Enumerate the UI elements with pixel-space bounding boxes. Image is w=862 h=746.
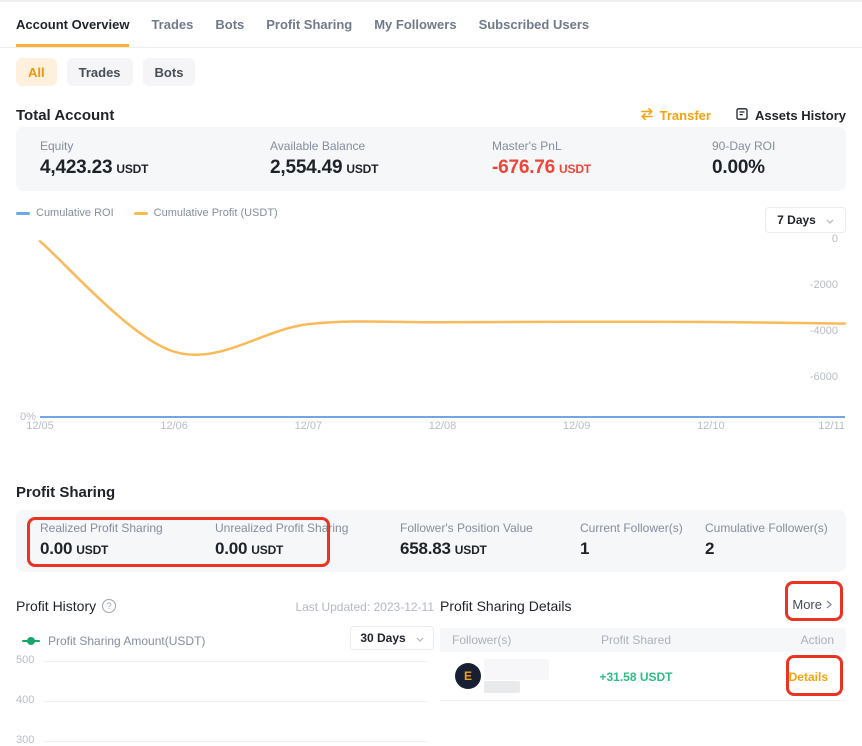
main-chart-legend: Cumulative ROI Cumulative Profit (USDT) [16,207,278,219]
profit-history-gridline [44,741,427,742]
col-followers: Follower(s) [452,633,511,647]
assets-history-icon [735,107,749,124]
right-axis-tick: -4000 [810,325,838,337]
col-profit-shared: Profit Shared [601,633,671,647]
tab-subscribed-users[interactable]: Subscribed Users [479,2,590,47]
total-account-header: Total Account Transfer Assets History [16,103,846,127]
stat-current-followers: Current Follower(s) 1 [580,521,683,559]
follower-name-redacted [484,659,549,680]
profit-history-gridline [44,661,427,662]
more-button[interactable]: More [792,597,832,612]
range-select-7days[interactable]: 7 Days [765,207,846,233]
x-axis-label: 12/09 [563,420,591,432]
x-axis-label: 12/06 [160,420,188,432]
profit-history-legend: Profit Sharing Amount(USDT) [22,634,205,648]
follower-avatar-letter: E [464,669,472,683]
stat-masters-pnl: Master's PnL -676.76USDT [492,139,591,179]
stat-cumulative-followers: Cumulative Follower(s) 2 [705,521,828,559]
last-updated: Last Updated: 2023-12-11 [295,600,434,614]
tab-bots[interactable]: Bots [215,2,244,47]
transfer-icon [640,107,654,124]
x-axis-label: 12/08 [429,420,457,432]
chevron-down-icon [826,213,834,227]
follower-name-redacted-2 [484,681,520,693]
total-account-title: Total Account [16,107,114,124]
profit-history-gridline [44,701,427,702]
profit-history-y-tick: 500 [16,654,34,666]
assets-history-label: Assets History [755,108,846,123]
help-icon[interactable]: ? [102,599,116,613]
x-axis-label: 12/05 [26,420,54,432]
profit-details-title: Profit Sharing Details [440,598,572,614]
profit-sharing-title: Profit Sharing [16,484,115,501]
row-divider [440,700,846,701]
profit-sharing-header: Profit Sharing [16,480,846,504]
profit-history-y-tick: 400 [16,694,34,706]
stat-follower-position-value: Follower's Position Value 658.83USDT [400,521,533,559]
tab-profit-sharing[interactable]: Profit Sharing [266,2,352,47]
profit-line-swatch [134,212,148,215]
filter-all[interactable]: All [16,58,57,86]
stat-realized-profit-sharing: Realized Profit Sharing 0.00USDT [40,521,163,559]
transfer-button[interactable]: Transfer [640,107,711,124]
transfer-label: Transfer [660,108,711,123]
col-action: Action [801,633,834,647]
right-axis-tick: 0 [832,233,838,245]
filter-bots[interactable]: Bots [143,58,196,86]
profit-history-title: Profit History ? [16,598,116,614]
legend-cumulative-roi: Cumulative ROI [16,207,114,219]
range-select-30days[interactable]: 30 Days [350,626,434,650]
stat-90day-roi: 90-Day ROI 0.00% [712,139,775,179]
x-axis-label: 12/07 [295,420,323,432]
right-axis-tick: -6000 [810,371,838,383]
legend-cumulative-profit: Cumulative Profit (USDT) [134,207,278,219]
profit-history-panel: Profit History ? Last Updated: 2023-12-1… [16,590,434,736]
total-account-stats-card: Equity 4,423.23USDT Available Balance 2,… [16,127,846,191]
assets-history-button[interactable]: Assets History [735,107,846,124]
tab-my-followers[interactable]: My Followers [374,2,456,47]
roi-line-swatch [16,212,30,215]
details-button[interactable]: Details [789,670,828,684]
x-axis-label: 12/11 [818,420,845,432]
tab-trades[interactable]: Trades [151,2,193,47]
profit-amount-marker-icon [22,637,40,645]
stat-equity: Equity 4,423.23USDT [40,139,148,179]
profit-shared-value: +31.58 USDT [599,670,672,684]
profit-details-panel: Profit Sharing Details More Follower(s) … [440,590,846,736]
profit-sharing-stats-card: Realized Profit Sharing 0.00USDT Unreali… [16,510,846,572]
chevron-down-icon [416,631,424,645]
filter-pills: All Trades Bots [16,58,195,86]
filter-trades[interactable]: Trades [67,58,133,86]
tab-account-overview[interactable]: Account Overview [16,2,129,47]
right-axis-tick: -2000 [810,279,838,291]
stat-unrealized-profit-sharing: Unrealized Profit Sharing 0.00USDT [215,521,348,559]
x-axis-label: 12/10 [697,420,725,432]
stat-available-balance: Available Balance 2,554.49USDT [270,139,378,179]
chevron-right-icon [826,597,832,612]
main-tab-bar: Account Overview Trades Bots Profit Shar… [0,2,862,48]
follower-avatar: E [455,663,481,689]
details-table-header: Follower(s) Profit Shared Action [440,628,846,652]
